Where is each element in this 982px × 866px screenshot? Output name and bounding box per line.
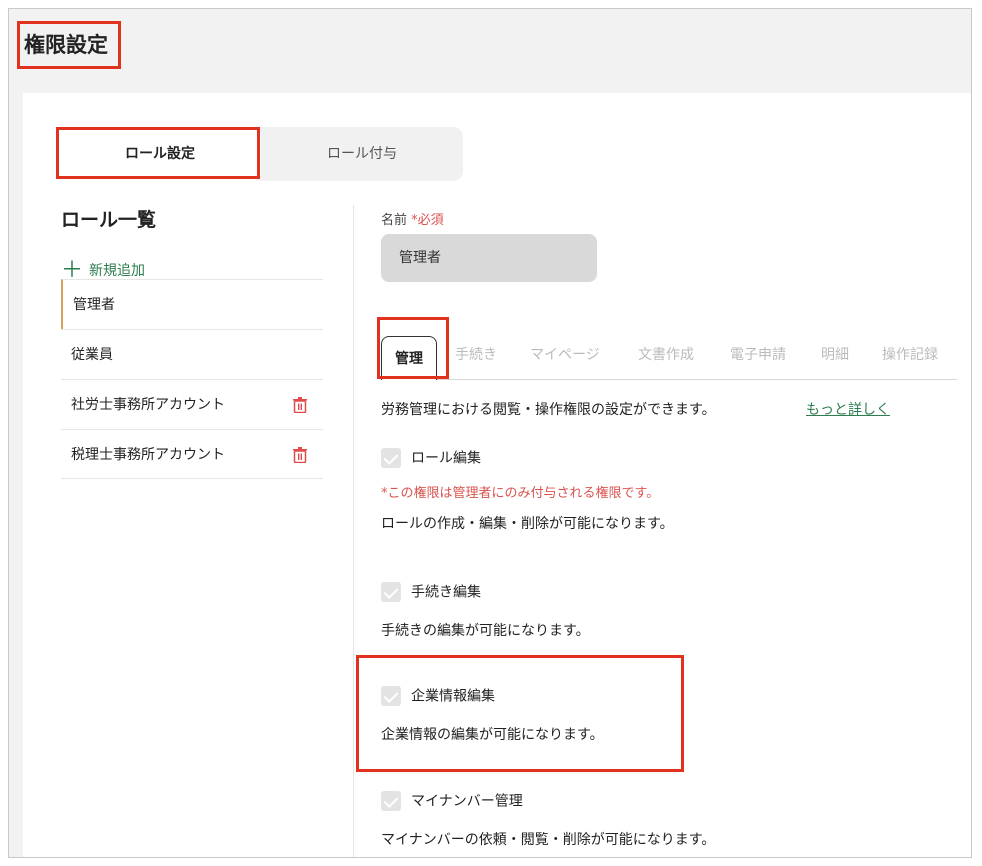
trash-icon[interactable] [293, 447, 307, 463]
name-field-label: 名前 *必須 [381, 209, 444, 228]
trash-icon[interactable] [293, 397, 307, 413]
permission-name: マイナンバー管理 [411, 793, 523, 810]
role-list-title: ロール一覧 [61, 209, 157, 231]
permission-tabs: 管理 手続き マイページ 文書作成 電子申請 明細 操作記録 [381, 336, 957, 380]
tab-document-creation[interactable]: 文書作成 [638, 344, 694, 364]
role-item[interactable]: 従業員 [61, 329, 323, 379]
highlight-box [356, 655, 684, 772]
permission-name: ロール編集 [411, 450, 481, 467]
highlight-box [377, 317, 449, 379]
permission-item: ロール編集 *この権限は管理者にのみ付与される権限です。 ロールの作成・編集・削… [381, 447, 674, 533]
role-item-label: 従業員 [71, 347, 113, 363]
role-item[interactable]: 税理士事務所アカウント [61, 429, 323, 479]
tab-mypage[interactable]: マイページ [530, 344, 600, 364]
role-item-label: 管理者 [73, 297, 115, 313]
permission-checkbox[interactable] [381, 790, 401, 811]
permission-checkbox[interactable] [381, 581, 401, 602]
required-mark: *必須 [411, 213, 444, 228]
permission-text: マイナンバーの依頼・閲覧・削除が可能になります。 [381, 831, 716, 848]
column-divider [353, 205, 354, 857]
permission-text: ロールの作成・編集・削除が可能になります。 [381, 515, 674, 532]
permission-checkbox[interactable] [381, 447, 401, 468]
role-name-input[interactable]: 管理者 [381, 234, 597, 282]
permission-note: *この権限は管理者にのみ付与される権限です。 [381, 485, 660, 501]
tab-role-assignment[interactable]: ロール付与 [261, 127, 463, 181]
role-item[interactable]: 社労士事務所アカウント [61, 379, 323, 429]
tab-procedures[interactable]: 手続き [455, 344, 497, 364]
permission-name: 手続き編集 [411, 584, 481, 601]
role-item[interactable]: 管理者 [61, 279, 323, 329]
more-details-link[interactable]: もっと詳しく [806, 399, 890, 419]
name-label-text: 名前 [381, 213, 408, 228]
tab-e-application[interactable]: 電子申請 [730, 344, 786, 364]
settings-card: ロール設定 ロール付与 ロール一覧 ＋新規追加 管理者 従業員 社労士事務所アカ… [23, 93, 971, 857]
role-item-label: 社労士事務所アカウント [71, 397, 225, 413]
app-frame: 権限設定 ロール設定 ロール付与 ロール一覧 ＋新規追加 管理者 従業員 社労士… [8, 8, 972, 858]
add-role-button[interactable]: ＋新規追加 [61, 250, 146, 283]
role-item-label: 税理士事務所アカウント [71, 447, 225, 463]
permission-item: マイナンバー管理 マイナンバーの依頼・閲覧・削除が可能になります。 [381, 790, 715, 849]
permission-description: 労務管理における閲覧・操作権限の設定ができます。 [381, 402, 716, 418]
highlight-box [56, 127, 260, 179]
permission-item: 手続き編集 手続きの編集が可能になります。 [381, 581, 590, 640]
tab-statements[interactable]: 明細 [821, 344, 849, 364]
permission-text: 手続きの編集が可能になります。 [381, 622, 590, 639]
role-list: 管理者 従業員 社労士事務所アカウント 税理士事務所アカウント [61, 279, 323, 479]
tab-operation-log[interactable]: 操作記録 [882, 344, 938, 364]
page-title: 権限設定 [17, 21, 121, 69]
add-role-label: 新規追加 [89, 263, 146, 279]
